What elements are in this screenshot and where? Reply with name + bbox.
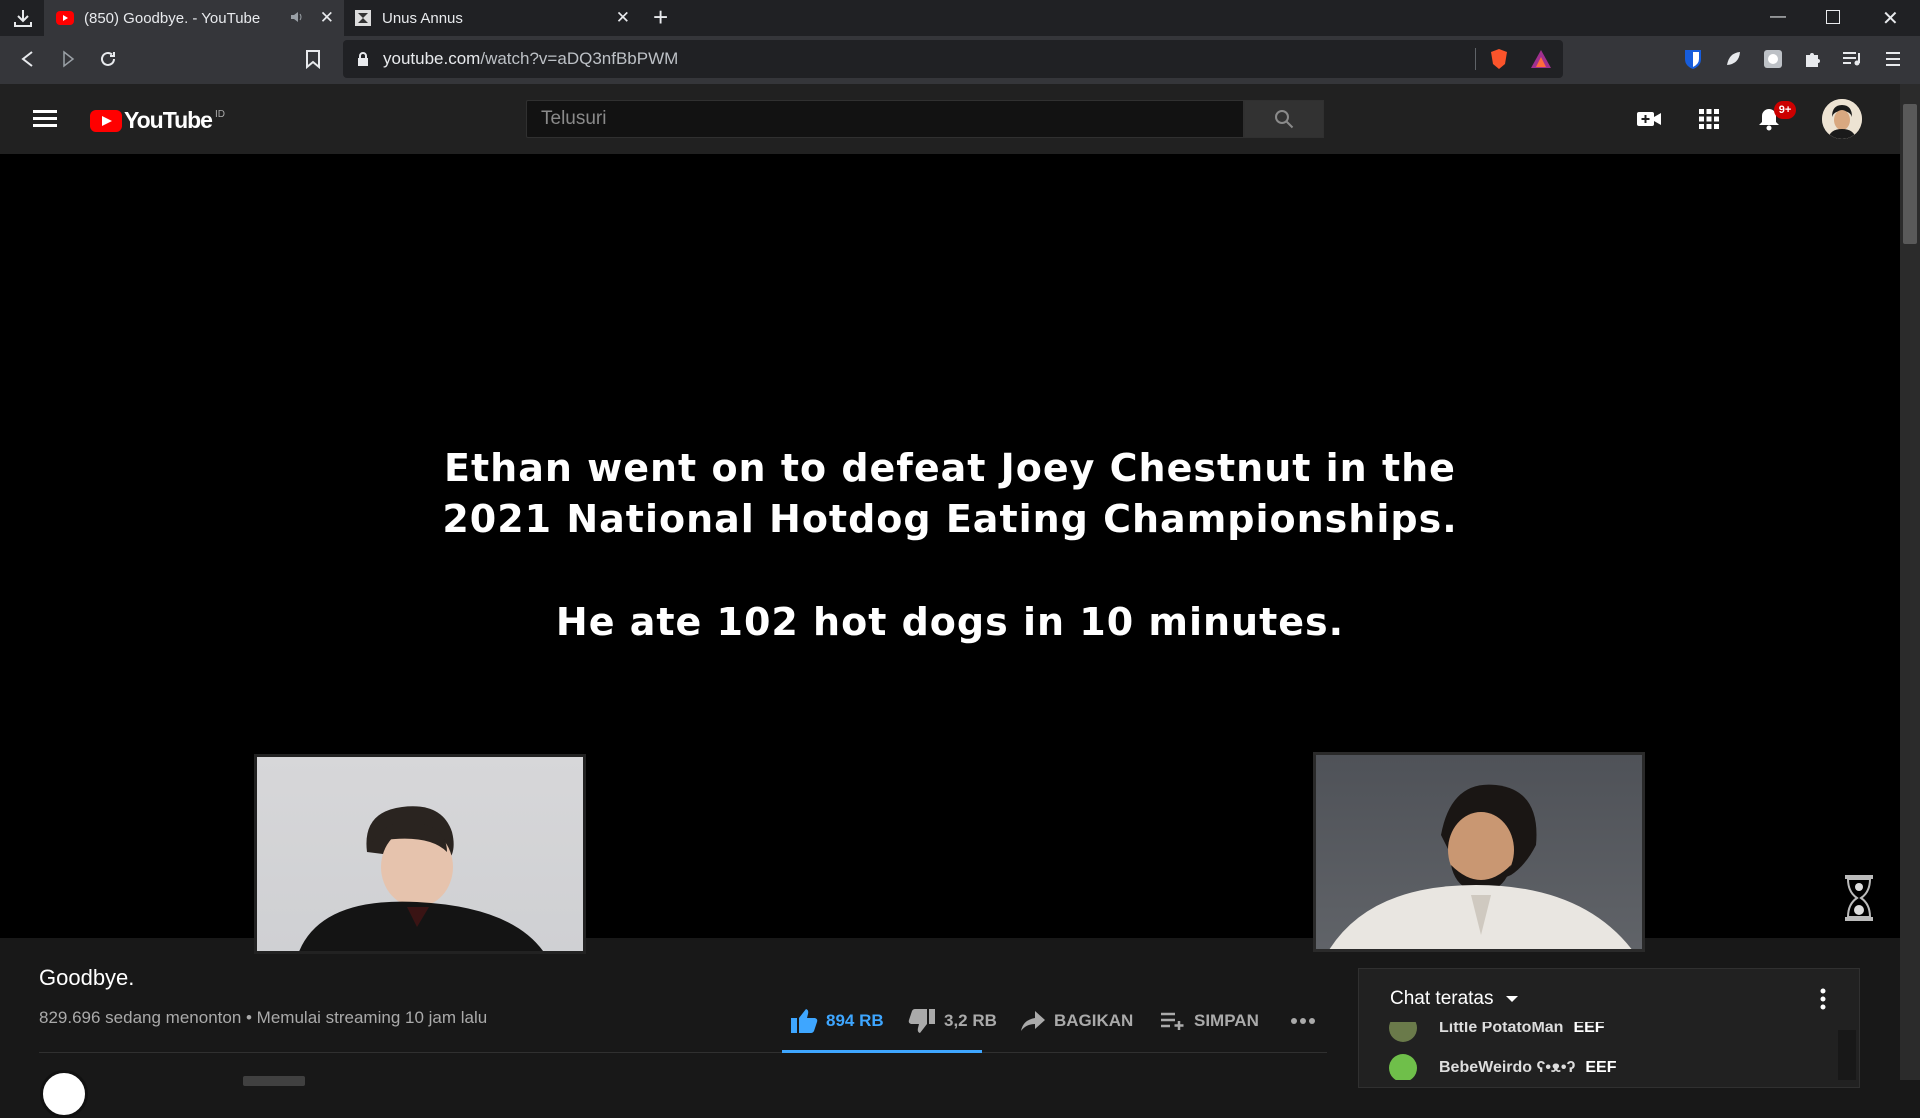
lock-icon[interactable] [357,51,369,72]
youtube-play-icon [90,109,122,132]
tab-audio-icon[interactable] [290,10,306,27]
minimize-window-button[interactable]: — [1770,8,1786,26]
close-tab-icon[interactable]: ✕ [616,8,630,28]
join-button[interactable] [243,1076,305,1086]
unus-annus-favicon-icon [354,9,372,27]
chat-message: Little PotatoMan EEF [1389,1022,1605,1042]
avatar[interactable] [1822,99,1862,139]
video-caption-line: Ethan went on to defeat Joey Chestnut in… [444,446,1456,490]
save-label: SIMPAN [1194,1011,1259,1030]
chat-mode-label: Chat teratas [1390,988,1494,1009]
dropdown-arrow-icon [1505,996,1518,1002]
share-icon [1021,1011,1045,1031]
chat-text: EEF [1573,1022,1605,1036]
tab-title: Unus Annus [382,9,463,27]
webcam-feed-left [254,754,586,954]
like-button[interactable]: 894 RB [790,1005,884,1037]
like-count: 894 RB [826,1011,884,1030]
extension-square-icon[interactable] [1762,48,1784,70]
video-caption-line: He ate 102 hot dogs in 10 minutes. [555,600,1345,644]
extensions-puzzle-icon[interactable] [1802,48,1824,70]
thumbs-up-icon [791,1009,818,1033]
chat-avatar [1389,1054,1417,1080]
brave-rewards-icon[interactable] [1530,48,1552,70]
chat-messages: Little PotatoMan EEF BebeWeirdo ʕ•ᴥ•ʔ EE… [1359,1022,1859,1080]
back-button[interactable] [20,50,36,73]
forward-button[interactable] [60,50,76,73]
search-input[interactable] [526,100,1244,138]
search-button[interactable] [1244,100,1324,138]
chat-message: BebeWeirdo ʕ•ᴥ•ʔ EEF [1389,1054,1616,1080]
tab-title: (850) Goodbye. - YouTube [84,9,261,27]
create-video-icon[interactable] [1635,105,1663,133]
search-icon [1275,110,1294,129]
chat-author: BebeWeirdo ʕ•ᴥ•ʔ [1439,1059,1576,1076]
like-ratio-bar [782,1050,982,1053]
brave-shields-icon[interactable] [1488,48,1510,70]
bitwarden-extension-icon[interactable] [1682,48,1704,70]
bookmark-icon[interactable] [305,49,321,74]
share-button[interactable]: BAGIKAN [1020,1005,1133,1037]
page-scrollbar-thumb[interactable] [1903,104,1917,244]
youtube-favicon-icon [56,9,74,27]
chat-text: EEF [1585,1059,1617,1076]
video-view-info: 829.696 sedang menonton • Memulai stream… [39,1008,488,1027]
reload-button[interactable] [98,49,118,74]
chat-scrollbar[interactable] [1838,1030,1856,1080]
playlist-add-icon [1161,1012,1184,1030]
url-divider [1475,48,1476,70]
url-text[interactable]: youtube.com/watch?v=aDQ3nfBbPWM [383,49,678,69]
webcam-feed-right [1313,752,1645,952]
extension-leaf-icon[interactable] [1722,48,1744,70]
share-label: BAGIKAN [1054,1011,1134,1030]
tab-youtube[interactable]: (850) Goodbye. - YouTube ✕ [44,0,344,36]
unus-annus-watermark-icon [1843,874,1875,922]
notification-badge: 9+ [1774,101,1796,119]
youtube-logo[interactable]: YouTube ID [90,107,225,134]
youtube-wordmark: YouTube [124,107,213,133]
chat-author: Little PotatoMan [1439,1022,1564,1036]
more-actions-button[interactable] [1290,1005,1316,1037]
video-caption-line: 2021 National Hotdog Eating Championship… [442,497,1458,541]
video-title: Goodbye. [39,965,135,990]
channel-avatar[interactable] [40,1070,88,1118]
thumbs-down-icon [908,1009,935,1033]
close-tab-icon[interactable]: ✕ [320,8,334,28]
country-code: ID [214,109,225,120]
chat-avatar [1389,1022,1417,1042]
new-tab-button[interactable]: + [653,2,668,33]
dislike-button[interactable]: 3,2 RB [908,1005,997,1037]
downloads-icon[interactable] [12,7,34,29]
browser-menu-icon[interactable] [1882,48,1904,70]
chat-more-options-icon[interactable] [1820,988,1826,1015]
restore-window-button[interactable] [1826,10,1840,24]
media-queue-icon[interactable] [1842,48,1864,70]
tab-unus-annus[interactable]: Unus Annus ✕ [344,0,640,36]
close-window-button[interactable]: ✕ [1882,6,1899,31]
save-button[interactable]: SIMPAN [1160,1005,1259,1037]
dislike-count: 3,2 RB [944,1011,997,1030]
guide-menu-icon[interactable] [33,110,57,128]
divider [39,1052,1327,1053]
chat-mode-selector[interactable]: Chat teratas [1390,988,1520,1010]
more-horizontal-icon [1291,1018,1315,1024]
apps-grid-icon[interactable] [1695,105,1723,133]
